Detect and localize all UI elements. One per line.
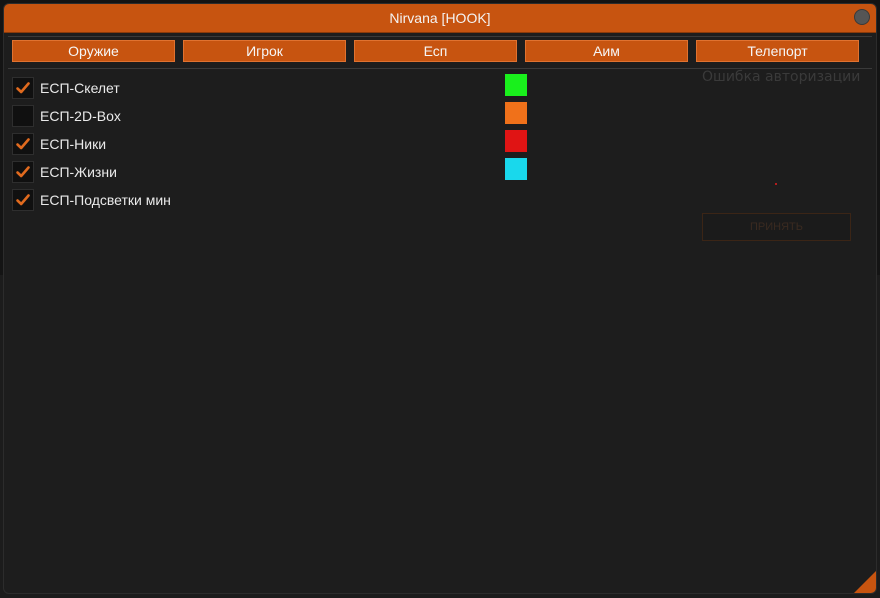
option-label: ЕСП-Подсветки мин [40, 192, 171, 208]
resize-grip-icon[interactable] [854, 571, 876, 593]
accept-button[interactable]: ПРИНЯТЬ [702, 213, 851, 241]
color-swatch-skeleton[interactable] [505, 74, 527, 96]
esp-option: ЕСП-Подсветки мин [12, 186, 171, 214]
esp-option: ЕСП-Ники [12, 130, 171, 158]
main-window: Nirvana [HOOK] Оружие Игрок Есп Аим Теле… [3, 3, 877, 594]
option-label: ЕСП-Скелет [40, 80, 120, 96]
option-label: ЕСП-2D-Box [40, 108, 121, 124]
esp-option: ЕСП-Жизни [12, 158, 171, 186]
color-swatch-health[interactable] [505, 158, 527, 180]
checkbox-esp-nicknames[interactable] [12, 133, 34, 155]
tab-weapons[interactable]: Оружие [12, 40, 175, 62]
check-icon [16, 194, 30, 206]
color-swatch-list [505, 74, 527, 186]
checkbox-esp-health[interactable] [12, 161, 34, 183]
tab-player[interactable]: Игрок [183, 40, 346, 62]
color-swatch-2d-box[interactable] [505, 102, 527, 124]
auth-error-text: Ошибка авторизации [702, 69, 861, 85]
esp-option-list: ЕСП-Скелет ЕСП-2D-Box ЕСП-Ники ЕСП-Жизни… [12, 74, 171, 214]
option-label: ЕСП-Ники [40, 136, 107, 152]
check-icon [16, 166, 30, 178]
esp-option: ЕСП-Скелет [12, 74, 171, 102]
checkbox-esp-mine-highlight[interactable] [12, 189, 34, 211]
option-label: ЕСП-Жизни [40, 164, 117, 180]
esp-option: ЕСП-2D-Box [12, 102, 171, 130]
check-icon [16, 138, 30, 150]
tab-bar: Оружие Игрок Есп Аим Телепорт [12, 40, 859, 62]
check-icon [16, 82, 30, 94]
window-title: Nirvana [HOOK] [389, 10, 491, 26]
tab-esp[interactable]: Есп [354, 40, 517, 62]
tab-teleport[interactable]: Телепорт [696, 40, 859, 62]
close-icon[interactable] [854, 9, 870, 25]
color-swatch-nicknames[interactable] [505, 130, 527, 152]
status-dot [775, 183, 777, 185]
checkbox-esp-skeleton[interactable] [12, 77, 34, 99]
title-bar[interactable]: Nirvana [HOOK] [4, 4, 876, 33]
tab-aim[interactable]: Аим [525, 40, 688, 62]
checkbox-esp-2d-box[interactable] [12, 105, 34, 127]
divider [8, 36, 872, 37]
